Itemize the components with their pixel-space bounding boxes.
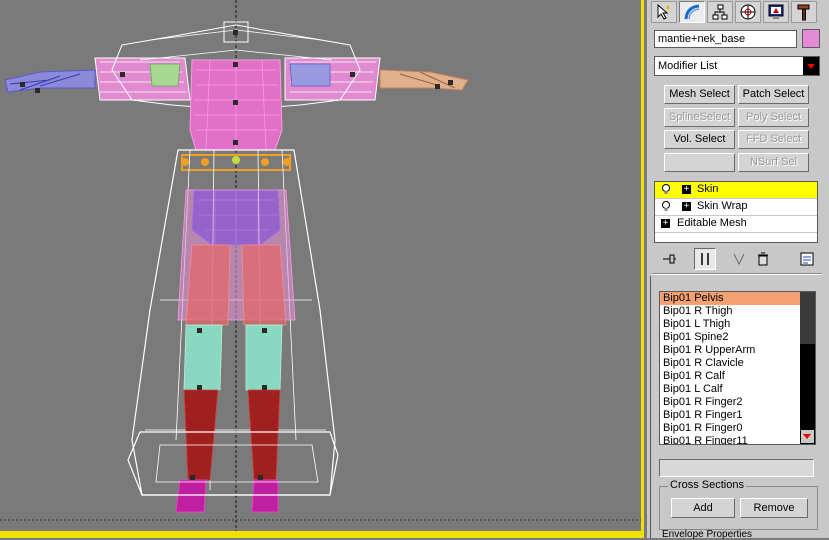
expand-plus-icon[interactable]: + [682,185,691,194]
rollout-divider [652,273,822,275]
right-arm-mesh [379,69,469,91]
add-cross-section-button[interactable]: Add [671,498,735,518]
nsurf-sel-button[interactable]: NSurf Sel [738,153,809,172]
remove-modifier-button[interactable] [752,248,774,270]
trash-icon [758,252,768,266]
stack-item-skin[interactable]: + Skin [655,182,817,199]
utilities-tab[interactable] [791,1,817,23]
bone-list-item[interactable]: Bip01 R Finger0 [660,422,815,435]
motion-tab[interactable] [735,1,761,23]
wireframe-character-model[interactable] [0,0,641,531]
bone-list-item[interactable]: Bip01 R Finger2 [660,396,815,409]
active-viewport-border [0,531,644,538]
expand-plus-icon[interactable]: + [661,219,670,228]
bone-list-item[interactable]: Bip01 R Calf [660,370,815,383]
bone-filter-field[interactable] [659,459,814,477]
stack-item-label: Skin [697,183,719,195]
lightbulb-icon[interactable] [661,184,671,195]
end-result-icon [701,253,709,265]
ffd-select-button[interactable]: FFD Select [738,130,809,149]
hierarchy-icon [712,4,728,20]
rollout-edge [650,276,651,538]
modify-tab[interactable] [679,1,705,23]
pin-icon [663,254,676,264]
create-tab[interactable] [651,1,677,23]
patch-select-button[interactable]: Patch Select [738,85,809,104]
left-arm-mesh [4,69,96,93]
display-tab[interactable] [763,1,789,23]
chevron-down-icon[interactable] [803,57,819,75]
bone-list-item[interactable]: Bip01 R Thigh [660,305,815,318]
cross-sections-group: Cross Sections Add Remove [659,479,818,530]
poly-select-button[interactable]: Poly Select [738,108,809,127]
stack-item-label: Editable Mesh [677,217,747,229]
hammer-icon [797,4,810,21]
cursor-arrow-icon [657,3,670,20]
object-color-swatch[interactable] [802,29,820,48]
bone-list-item[interactable]: Bip01 L Calf [660,383,815,396]
object-name-field[interactable]: mantie+nek_base [654,30,797,48]
make-unique-icon [733,253,745,266]
bone-list-item[interactable]: Bip01 Spine2 [660,331,815,344]
bend-arc-icon [684,4,700,20]
show-end-result-button[interactable] [694,248,716,270]
remove-cross-section-button[interactable]: Remove [740,498,808,518]
bones-list-items: Bip01 Pelvis Bip01 R Thigh Bip01 L Thigh Bi… [660,292,815,444]
motion-wheel-icon [740,4,756,20]
bone-list-item[interactable]: Bip01 Pelvis [660,292,815,305]
make-unique-button[interactable] [728,248,750,270]
blank-modifier-button[interactable] [664,153,735,172]
pin-stack-button[interactable] [658,248,680,270]
bone-list-item[interactable]: Bip01 R Finger11 [660,435,815,444]
hierarchy-tab[interactable] [707,1,733,23]
vol-select-button[interactable]: Vol. Select [664,130,735,149]
lightbulb-icon[interactable] [661,201,671,212]
display-monitor-icon [768,4,784,19]
modifier-list-dropdown[interactable]: Modifier List [654,56,820,76]
configure-sets-icon [800,252,814,266]
perspective-viewport[interactable] [0,0,644,538]
bone-list-item[interactable]: Bip01 R Finger1 [660,409,815,422]
bones-list-scrollbar[interactable] [800,292,815,444]
cross-sections-title: Cross Sections [668,479,746,491]
configure-modifier-sets-button[interactable] [796,248,818,270]
command-panel: mantie+nek_base Modifier List Mesh Selec… [647,0,829,540]
command-panel-tabs [647,0,829,24]
scrollbar-thumb[interactable] [800,292,815,344]
envelope-properties-rollout-title[interactable]: Envelope Properties [662,529,752,540]
modifier-list-label: Modifier List [658,60,718,72]
spline-select-button[interactable]: SplineSelect [664,108,735,127]
bone-list-item[interactable]: Bip01 R Clavicle [660,357,815,370]
mesh-select-button[interactable]: Mesh Select [664,85,735,104]
stack-item-skin-wrap[interactable]: + Skin Wrap [655,199,817,216]
bone-list-item[interactable]: Bip01 R UpperArm [660,344,815,357]
stack-toolbar [654,247,822,271]
bones-list[interactable]: Bip01 Pelvis Bip01 R Thigh Bip01 L Thigh Bi… [659,291,816,445]
bone-list-item[interactable]: Bip01 L Thigh [660,318,815,331]
stack-item-editable-mesh[interactable]: + Editable Mesh [655,216,817,233]
modifier-stack: + Skin + Skin Wrap + Editable Mesh [654,181,818,243]
expand-plus-icon[interactable]: + [682,202,691,211]
stack-item-label: Skin Wrap [697,200,748,212]
scroll-down-icon[interactable] [801,430,814,443]
